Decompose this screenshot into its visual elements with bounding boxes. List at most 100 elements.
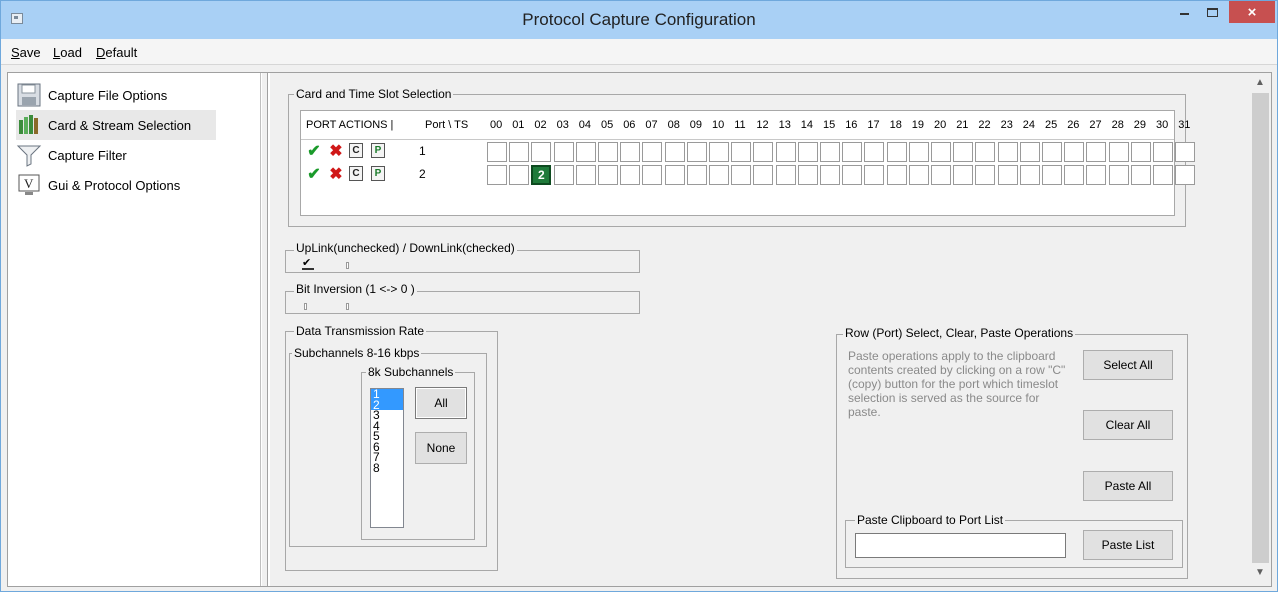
timeslot-cell-06[interactable] — [620, 142, 641, 162]
timeslot-cell-24[interactable] — [1019, 165, 1040, 185]
copy-icon[interactable]: C — [349, 166, 363, 181]
timeslot-cell-23[interactable] — [997, 165, 1018, 185]
paste-icon[interactable]: P — [371, 143, 385, 158]
menu-save[interactable]: Save — [11, 45, 41, 60]
timeslot-cell-09[interactable] — [686, 142, 707, 162]
bit-inversion-checkbox-port-1[interactable] — [304, 303, 307, 310]
timeslot-cell-26[interactable] — [1064, 165, 1085, 185]
timeslot-cell-26[interactable] — [1064, 142, 1085, 162]
timeslot-cell-24[interactable] — [1019, 142, 1040, 162]
timeslot-cell-20[interactable] — [931, 165, 951, 185]
timeslot-cell-02[interactable] — [531, 142, 552, 162]
check-icon[interactable]: ✔ — [305, 143, 323, 161]
timeslot-cell-30[interactable] — [1153, 142, 1173, 162]
timeslot-cell-19[interactable] — [908, 142, 929, 162]
timeslot-cell-00[interactable] — [487, 165, 507, 185]
nav-item-capture-file-options[interactable]: Capture File Options — [16, 80, 216, 110]
timeslot-cell-13[interactable] — [775, 142, 796, 162]
timeslot-cell-18[interactable] — [886, 142, 907, 162]
timeslot-cell-03[interactable] — [553, 165, 574, 185]
paste-icon[interactable]: P — [371, 166, 385, 181]
check-icon[interactable]: ✔ — [305, 166, 323, 184]
timeslot-cell-20[interactable] — [931, 142, 951, 162]
port-row[interactable]: ✔ ✖ C P 1 — [301, 141, 1196, 163]
timeslot-cell-28[interactable] — [1108, 142, 1129, 162]
close-button[interactable]: × — [1229, 1, 1275, 23]
timeslot-cell-05[interactable] — [598, 142, 618, 162]
timeslot-cell-29[interactable] — [1130, 142, 1151, 162]
select-all-button[interactable]: Select All — [1083, 350, 1173, 380]
timeslot-cell-16[interactable] — [842, 165, 863, 185]
timeslot-cell-28[interactable] — [1108, 165, 1129, 185]
timeslot-cell-21[interactable] — [953, 165, 974, 185]
timeslot-cell-21[interactable] — [953, 142, 974, 162]
title-bar[interactable]: Protocol Capture Configuration × — [1, 1, 1277, 39]
timeslot-cell-29[interactable] — [1130, 165, 1151, 185]
scroll-down-icon[interactable]: ▼ — [1255, 567, 1265, 578]
timeslot-cell-12[interactable] — [753, 165, 774, 185]
minimize-button[interactable] — [1171, 1, 1197, 23]
timeslot-cell-14[interactable] — [797, 165, 818, 185]
timeslot-cell-31[interactable] — [1175, 165, 1196, 185]
timeslot-cell-10[interactable] — [709, 142, 729, 162]
timeslot-cell-09[interactable] — [686, 165, 707, 185]
maximize-button[interactable] — [1199, 1, 1225, 23]
timeslot-cell-04[interactable] — [575, 165, 596, 185]
all-button[interactable]: All — [415, 387, 467, 419]
nav-item-capture-filter[interactable]: Capture Filter — [16, 140, 216, 170]
menu-default[interactable]: Default — [96, 45, 137, 60]
timeslot-cell-27[interactable] — [1086, 142, 1107, 162]
timeslot-cell-12[interactable] — [753, 142, 774, 162]
timeslot-cell-03[interactable] — [553, 142, 574, 162]
timeslot-cell-23[interactable] — [997, 142, 1018, 162]
timeslot-cell-04[interactable] — [575, 142, 596, 162]
timeslot-cell-22[interactable] — [975, 165, 996, 185]
timeslot-cell-14[interactable] — [797, 142, 818, 162]
subchannel-item[interactable]: 8 — [371, 462, 403, 473]
timeslot-cell-08[interactable] — [664, 142, 685, 162]
x-icon[interactable]: ✖ — [327, 166, 345, 184]
nav-item-card-stream-selection[interactable]: Card & Stream Selection — [16, 110, 216, 140]
timeslot-cell-10[interactable] — [709, 165, 729, 185]
none-button[interactable]: None — [415, 432, 467, 464]
timeslot-cell-25[interactable] — [1042, 142, 1062, 162]
timeslot-cell-19[interactable] — [908, 165, 929, 185]
copy-icon[interactable]: C — [349, 143, 363, 158]
timeslot-cell-06[interactable] — [620, 165, 641, 185]
bit-inversion-checkbox-port-2[interactable] — [346, 303, 349, 310]
timeslot-cell-11[interactable] — [731, 142, 752, 162]
timeslot-cell-17[interactable] — [864, 165, 885, 185]
timeslot-cell-02[interactable]: 2 — [531, 165, 552, 185]
scroll-up-icon[interactable]: ▲ — [1255, 77, 1265, 88]
clear-all-button[interactable]: Clear All — [1083, 410, 1173, 440]
paste-list-button[interactable]: Paste List — [1083, 530, 1173, 560]
uplink-checkbox-port-2[interactable] — [346, 262, 349, 269]
vertical-scrollbar[interactable]: ▲ ▼ — [1250, 73, 1271, 586]
timeslot-cell-01[interactable] — [509, 142, 530, 162]
timeslot-cell-22[interactable] — [975, 142, 996, 162]
timeslot-cell-07[interactable] — [642, 142, 663, 162]
timeslot-cell-15[interactable] — [820, 165, 840, 185]
menu-load[interactable]: Load — [53, 45, 82, 60]
timeslot-cell-31[interactable] — [1175, 142, 1196, 162]
timeslot-cell-25[interactable] — [1042, 165, 1062, 185]
timeslot-cell-30[interactable] — [1153, 165, 1173, 185]
timeslot-cell-13[interactable] — [775, 165, 796, 185]
scroll-thumb[interactable] — [1252, 93, 1269, 563]
port-list-input[interactable] — [855, 533, 1066, 558]
paste-all-button[interactable]: Paste All — [1083, 471, 1173, 501]
subchannel-list[interactable]: 12345678 — [370, 388, 404, 528]
timeslot-cell-17[interactable] — [864, 142, 885, 162]
timeslot-cell-18[interactable] — [886, 165, 907, 185]
timeslot-cell-08[interactable] — [664, 165, 685, 185]
timeslot-cell-00[interactable] — [487, 142, 507, 162]
splitter[interactable] — [262, 73, 268, 586]
timeslot-cell-07[interactable] — [642, 165, 663, 185]
x-icon[interactable]: ✖ — [327, 143, 345, 161]
timeslot-cell-15[interactable] — [820, 142, 840, 162]
timeslot-cell-01[interactable] — [509, 165, 530, 185]
timeslot-cell-11[interactable] — [731, 165, 752, 185]
timeslot-cell-05[interactable] — [598, 165, 618, 185]
port-row[interactable]: ✔ ✖ C P 2 2 — [301, 164, 1196, 186]
timeslot-cell-16[interactable] — [842, 142, 863, 162]
